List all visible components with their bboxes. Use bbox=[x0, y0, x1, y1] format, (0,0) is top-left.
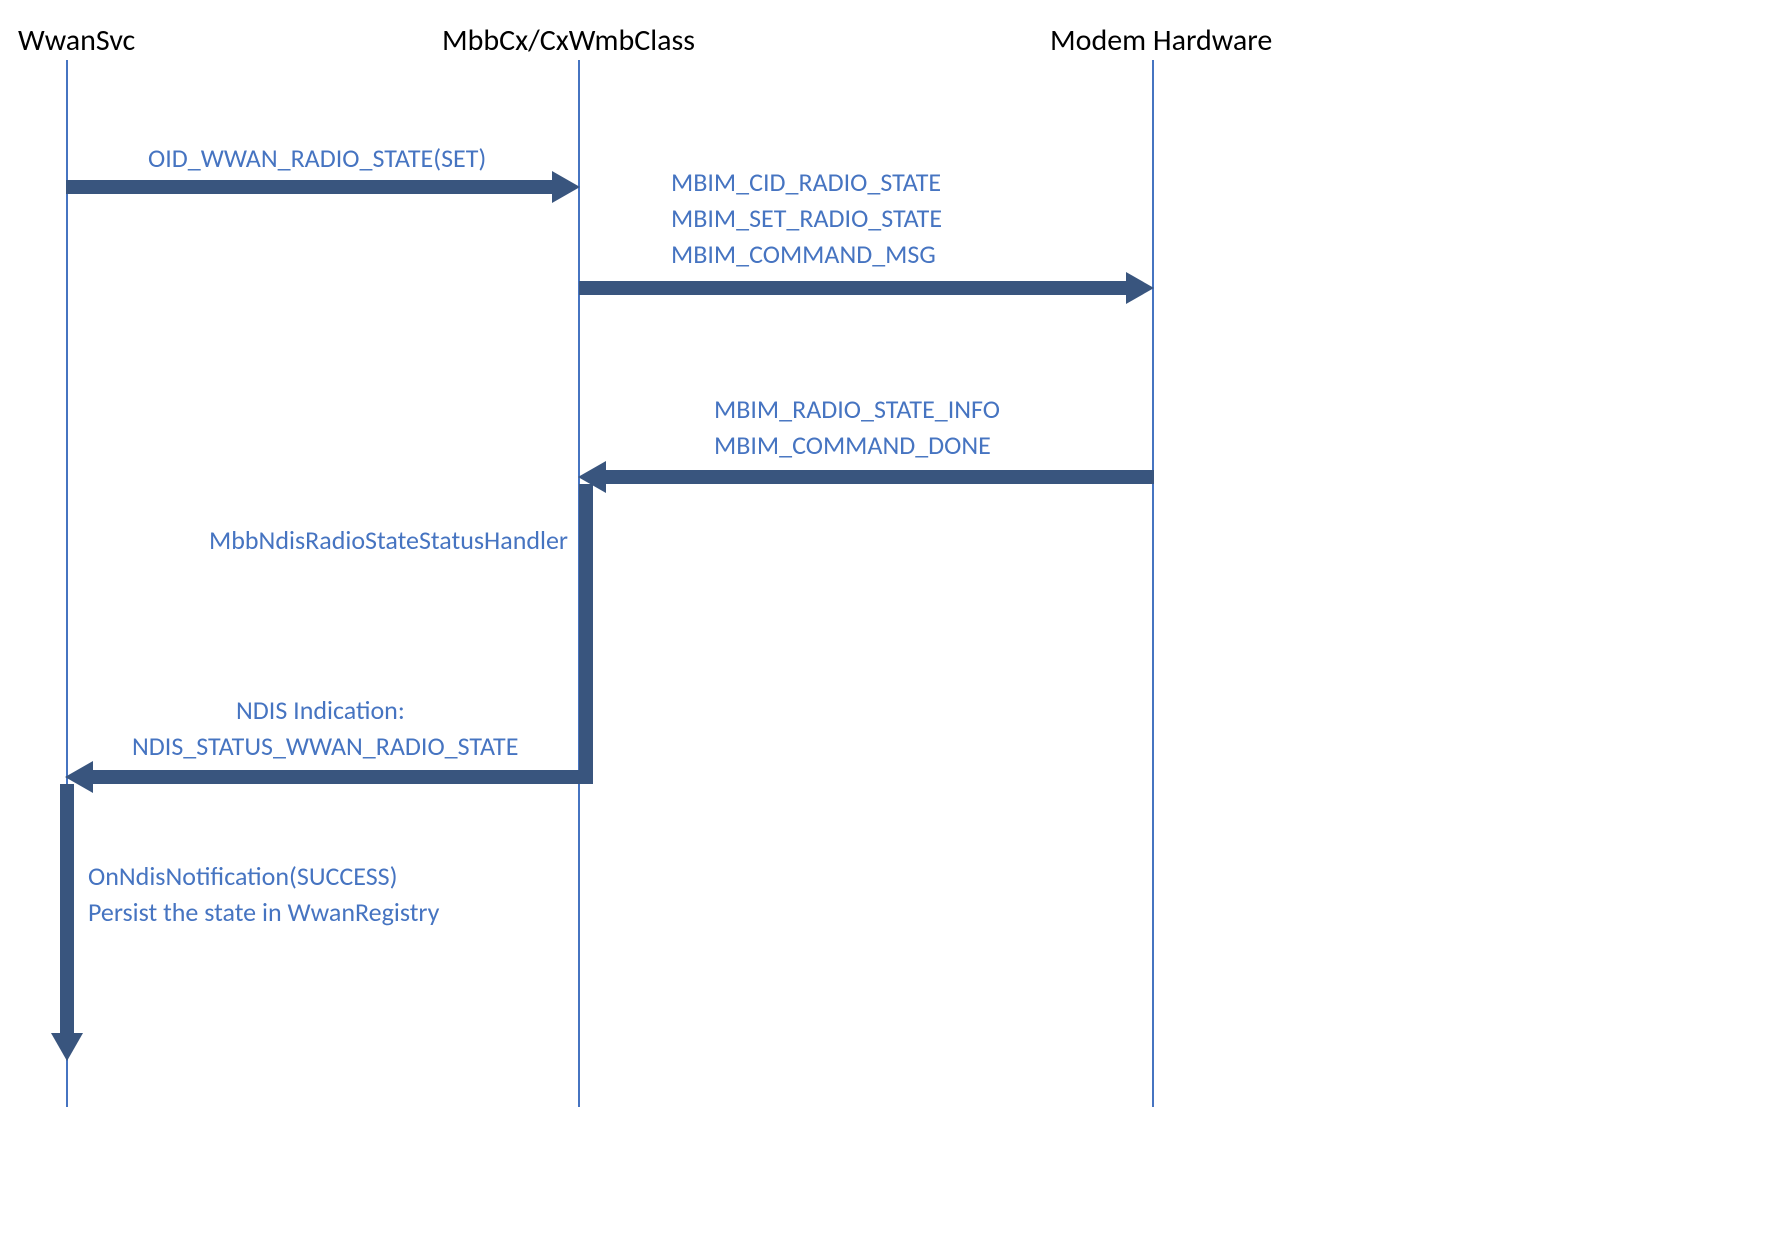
msg-mbim-cid-label: MBIM_CID_RADIO_STATE bbox=[671, 166, 941, 200]
lifeline-modem bbox=[1152, 60, 1154, 1107]
sequence-diagram: WwanSvc MbbCx/CxWmbClass Modem Hardware … bbox=[0, 0, 1765, 1253]
arrow-onndis-vertical bbox=[60, 784, 74, 1037]
arrow-ndis-ind-horizontal bbox=[91, 770, 593, 784]
arrow-onndis-head bbox=[51, 1033, 83, 1061]
msg-onndis-line2: Persist the state in WwanRegistry bbox=[88, 896, 439, 930]
msg-mbim-set-label: MBIM_SET_RADIO_STATE bbox=[671, 202, 942, 236]
participant-modem: Modem Hardware bbox=[1050, 22, 1272, 59]
msg-mbim-done-label: MBIM_COMMAND_DONE bbox=[714, 429, 991, 463]
arrow-mbim-cmd-head bbox=[1126, 272, 1154, 304]
arrow-ndis-ind-vertical bbox=[579, 484, 593, 780]
msg-oid-set-label: OID_WWAN_RADIO_STATE(SET) bbox=[148, 142, 486, 176]
arrow-oid-set bbox=[66, 180, 556, 194]
arrow-mbim-done bbox=[604, 470, 1154, 484]
arrow-mbim-cmd bbox=[579, 281, 1130, 295]
msg-mbim-cmd-label: MBIM_COMMAND_MSG bbox=[671, 238, 936, 272]
participant-mbbcx: MbbCx/CxWmbClass bbox=[442, 22, 695, 59]
msg-onndis-line1: OnNdisNotification(SUCCESS) bbox=[88, 860, 398, 894]
arrow-oid-set-head bbox=[552, 171, 580, 203]
msg-handler-label: MbbNdisRadioStateStatusHandler bbox=[209, 524, 568, 558]
msg-mbim-info-label: MBIM_RADIO_STATE_INFO bbox=[714, 393, 1000, 427]
msg-ndis-ind-line1: NDIS Indication: bbox=[236, 694, 405, 728]
participant-wwansvc: WwanSvc bbox=[18, 22, 135, 59]
msg-ndis-ind-line2: NDIS_STATUS_WWAN_RADIO_STATE bbox=[132, 730, 518, 764]
